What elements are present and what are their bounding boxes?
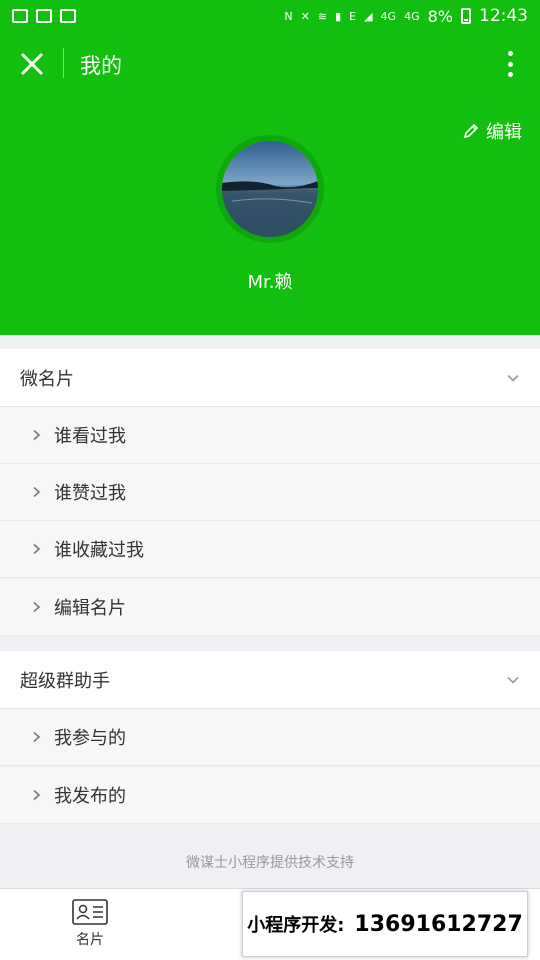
chevron-down-icon	[507, 676, 519, 684]
section-title: 超级群助手	[20, 670, 110, 692]
more-dot-icon	[507, 51, 513, 56]
pencil-icon	[463, 123, 479, 139]
menu-label: 谁收藏过我	[54, 540, 144, 561]
chevron-right-icon	[33, 731, 41, 743]
image-icon	[36, 9, 52, 23]
menu-item-viewed-me[interactable]: 谁看过我	[0, 407, 540, 464]
sim-icon: ▮	[335, 9, 342, 23]
chevron-right-icon	[33, 789, 41, 801]
more-dot-icon	[507, 72, 513, 77]
chevron-right-icon	[33, 486, 41, 498]
wifi-icon: ≋	[317, 9, 328, 23]
menu-item-liked-me[interactable]: 谁赞过我	[0, 464, 540, 521]
avatar[interactable]	[216, 135, 324, 243]
menu-label: 我参与的	[54, 728, 126, 749]
close-button[interactable]	[16, 48, 48, 80]
nav-bar: 我的	[0, 32, 540, 96]
promo-phone: 13691612727	[354, 911, 523, 937]
menu-item-favorited-me[interactable]: 谁收藏过我	[0, 521, 540, 578]
more-button[interactable]	[500, 48, 520, 80]
menu-label: 我发布的	[54, 786, 126, 807]
close-icon	[20, 52, 44, 76]
section-header-card[interactable]: 微名片	[0, 349, 540, 407]
app-notification-icon	[12, 9, 28, 23]
menu-label: 谁赞过我	[54, 483, 126, 504]
mute-icon: ✕	[300, 9, 310, 23]
tech-support-footer: 微谋士小程序提供技术支持	[186, 855, 354, 871]
avatar-lake-image	[222, 141, 318, 237]
edit-button[interactable]: 编辑	[462, 118, 522, 144]
edge-label: E	[349, 9, 357, 23]
chevron-right-icon	[33, 543, 41, 555]
nav-divider	[63, 48, 64, 78]
menu-item-edit-card[interactable]: 编辑名片	[0, 579, 540, 636]
promo-label: 小程序开发:	[247, 915, 345, 936]
network-label-2: 4G	[404, 9, 420, 23]
menu-item-published[interactable]: 我发布的	[0, 767, 540, 824]
edit-label: 编辑	[486, 122, 522, 143]
menu-label: 编辑名片	[54, 598, 126, 619]
status-bar: N ✕ ≋ ▮ E ◢ 4G 4G 8% 12:43	[0, 0, 540, 32]
clipboard-icon	[60, 9, 76, 23]
network-label: 4G	[380, 9, 397, 23]
chevron-right-icon	[33, 601, 41, 613]
more-dot-icon	[507, 61, 513, 67]
status-left	[12, 9, 76, 23]
section-title: 微名片	[20, 368, 74, 390]
battery-icon	[461, 8, 471, 24]
section-header-group-assistant[interactable]: 超级群助手	[0, 651, 540, 709]
business-card-icon	[72, 899, 108, 925]
profile-header: 我的 编辑 Mr.赖	[0, 32, 540, 335]
page-title: 我的	[80, 54, 122, 78]
user-name: Mr.赖	[247, 272, 293, 293]
promo-overlay: 小程序开发: 13691612727	[242, 891, 528, 957]
menu-item-joined[interactable]: 我参与的	[0, 709, 540, 766]
chevron-down-icon	[507, 374, 519, 382]
chevron-right-icon	[33, 429, 41, 441]
tab-card-label: 名片	[76, 932, 104, 948]
tab-card[interactable]: 名片	[60, 899, 120, 957]
battery-percent: 8%	[427, 6, 453, 26]
signal-icon: ◢	[364, 9, 373, 23]
nfc-icon: N	[284, 9, 293, 23]
status-time: 12:43	[479, 6, 528, 26]
status-right: N ✕ ≋ ▮ E ◢ 4G 4G 8% 12:43	[284, 6, 528, 26]
menu-label: 谁看过我	[54, 426, 126, 447]
